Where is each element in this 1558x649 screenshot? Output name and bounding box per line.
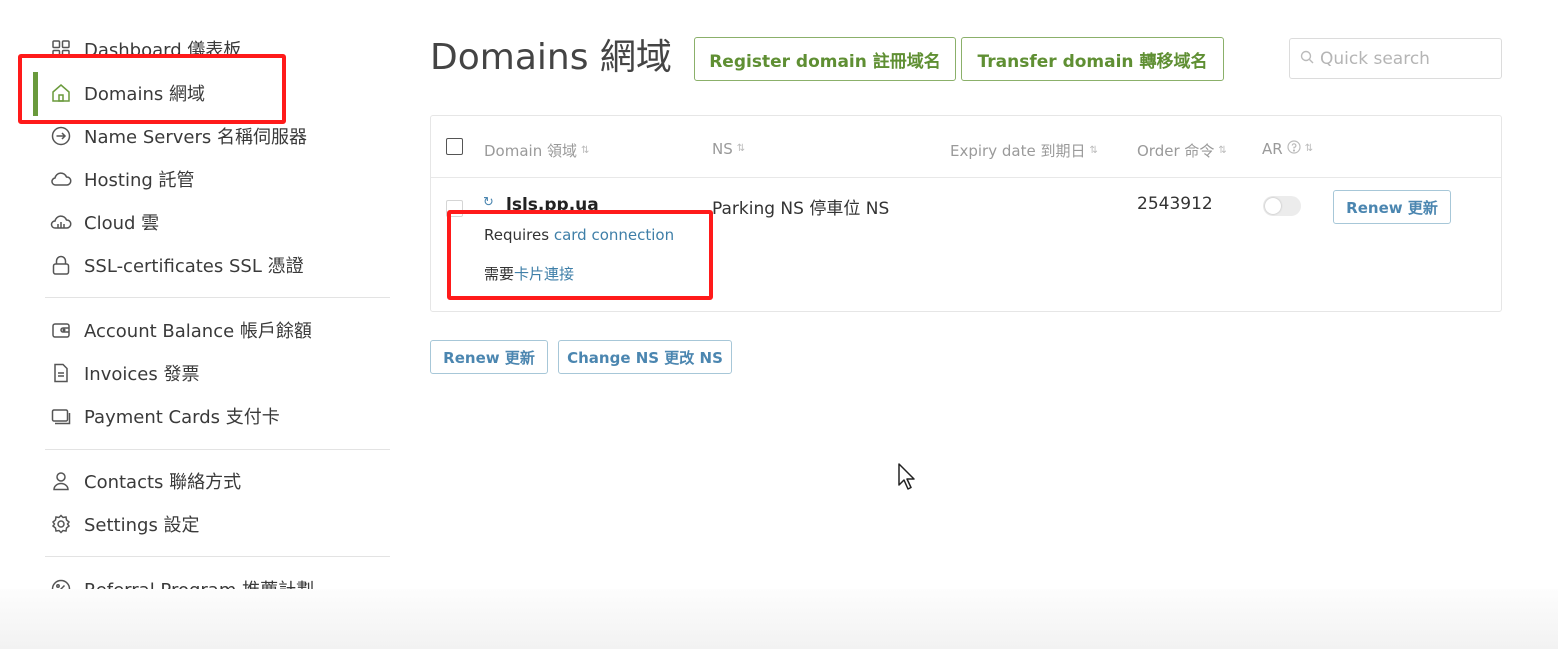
sidebar-item-label: Hosting 託管	[84, 170, 195, 191]
sidebar-item-label: Contacts 聯絡方式	[84, 472, 242, 493]
header-divider	[431, 177, 1501, 178]
bottom-shade	[0, 589, 1558, 649]
sort-icon: ⇅	[736, 143, 746, 154]
sidebar: Dashboard 儀表板 Domains 網域 Name Servers 名稱…	[0, 0, 410, 649]
sidebar-item-label: Account Balance 帳戶餘額	[84, 321, 312, 342]
sidebar-item-cloud[interactable]: Cloud 雲	[50, 207, 159, 237]
sort-icon: ⇅	[580, 144, 590, 156]
sidebar-item-account-balance[interactable]: Account Balance 帳戶餘額	[50, 315, 312, 345]
column-header-ns[interactable]: NS ⇅	[712, 140, 745, 158]
sidebar-item-payment-cards[interactable]: Payment Cards 支付卡	[50, 401, 280, 431]
cloud-gauge-icon	[50, 211, 72, 233]
quick-search[interactable]	[1289, 38, 1502, 79]
row-renew-button[interactable]: Renew 更新	[1333, 190, 1451, 224]
sort-icon: ⇅	[1304, 143, 1314, 154]
sidebar-divider	[45, 556, 390, 557]
sidebar-item-contacts[interactable]: Contacts 聯絡方式	[50, 466, 241, 496]
search-icon	[1300, 49, 1314, 68]
wallet-icon	[50, 319, 72, 341]
sort-icon: ⇅	[1089, 144, 1098, 156]
select-all-checkbox[interactable]	[446, 138, 463, 155]
sidebar-item-label: SSL-certificates SSL 憑證	[84, 256, 304, 277]
column-header-order[interactable]: Order 命令 ⇅	[1137, 140, 1227, 161]
arrow-circle-icon	[50, 125, 72, 147]
sidebar-item-label: Settings 設定	[84, 515, 200, 536]
gear-icon	[50, 513, 72, 535]
register-domain-button[interactable]: Register domain 註冊域名	[694, 37, 956, 81]
auto-renew-toggle[interactable]	[1263, 196, 1301, 216]
column-header-expiry[interactable]: Expiry date 到期日 ⇅	[950, 140, 1098, 161]
sidebar-item-label: Name Servers 名稱伺服器	[84, 127, 307, 148]
cloud-outline-icon	[50, 168, 72, 190]
bulk-renew-button[interactable]: Renew 更新	[430, 340, 548, 374]
sidebar-item-settings[interactable]: Settings 設定	[50, 509, 200, 539]
document-icon	[50, 362, 72, 384]
sidebar-divider	[45, 449, 390, 450]
sidebar-item-label: Payment Cards 支付卡	[84, 407, 280, 428]
sort-icon: ⇅	[1218, 144, 1227, 156]
sidebar-item-invoices[interactable]: Invoices 發票	[50, 358, 199, 388]
mouse-cursor-icon	[898, 463, 915, 490]
column-header-domain[interactable]: Domain 領域 ⇅	[484, 140, 589, 161]
highlight-box-card-note	[447, 210, 713, 300]
refresh-icon: ↻	[483, 195, 494, 210]
change-ns-button[interactable]: Change NS 更改 NS	[558, 340, 732, 374]
sidebar-item-label: Invoices 發票	[84, 364, 200, 385]
column-header-ar[interactable]: AR ⇅	[1262, 140, 1313, 158]
lock-icon	[50, 254, 72, 276]
cards-icon	[50, 405, 72, 427]
transfer-domain-button[interactable]: Transfer domain 轉移域名	[961, 37, 1224, 81]
page-title: Domains 網域	[430, 37, 672, 78]
search-input[interactable]	[1320, 48, 1490, 69]
highlight-box-domains	[18, 54, 286, 124]
sidebar-item-hosting[interactable]: Hosting 託管	[50, 164, 195, 194]
sidebar-divider	[45, 297, 390, 298]
order-value: 2543912	[1137, 194, 1213, 214]
sidebar-item-ssl[interactable]: SSL-certificates SSL 憑證	[50, 250, 304, 280]
sidebar-item-label: Cloud 雲	[84, 213, 160, 234]
person-icon	[50, 470, 72, 492]
help-icon[interactable]	[1287, 140, 1301, 158]
sidebar-item-name-servers[interactable]: Name Servers 名稱伺服器	[50, 121, 307, 151]
ns-value: Parking NS 停車位 NS	[712, 199, 890, 219]
